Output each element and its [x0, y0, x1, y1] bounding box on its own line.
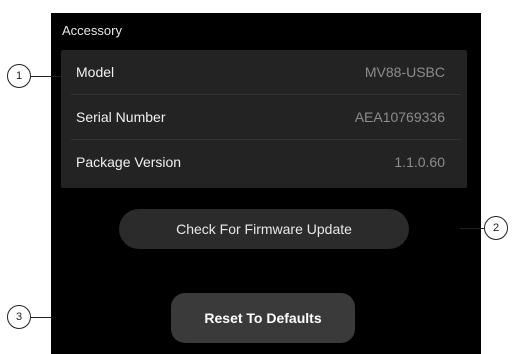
info-row-package-version: Package Version 1.1.0.60 — [61, 140, 467, 185]
accessory-screen: Accessory Model MV88-USBC Serial Number … — [51, 13, 481, 354]
callout-leader-line — [460, 228, 484, 229]
info-row-serial-number: Serial Number AEA10769336 — [61, 95, 467, 140]
package-version-label: Package Version — [76, 154, 182, 170]
model-label: Model — [76, 64, 115, 80]
reset-to-defaults-button[interactable]: Reset To Defaults — [171, 293, 355, 343]
serial-number-label: Serial Number — [76, 109, 166, 125]
callout-leader-line — [31, 76, 61, 77]
check-firmware-update-button[interactable]: Check For Firmware Update — [119, 209, 409, 249]
model-value: MV88-USBC — [364, 64, 445, 80]
callout-leader-line — [31, 317, 51, 318]
accessory-info-panel: Model MV88-USBC Serial Number AEA1076933… — [61, 50, 467, 188]
section-title: Accessory — [62, 23, 122, 38]
callout-marker-2: 2 — [484, 216, 508, 240]
callout-marker-1: 1 — [7, 64, 31, 88]
serial-number-value: AEA10769336 — [354, 109, 445, 125]
package-version-value: 1.1.0.60 — [394, 154, 445, 170]
info-row-model: Model MV88-USBC — [61, 50, 467, 95]
callout-marker-3: 3 — [7, 305, 31, 329]
